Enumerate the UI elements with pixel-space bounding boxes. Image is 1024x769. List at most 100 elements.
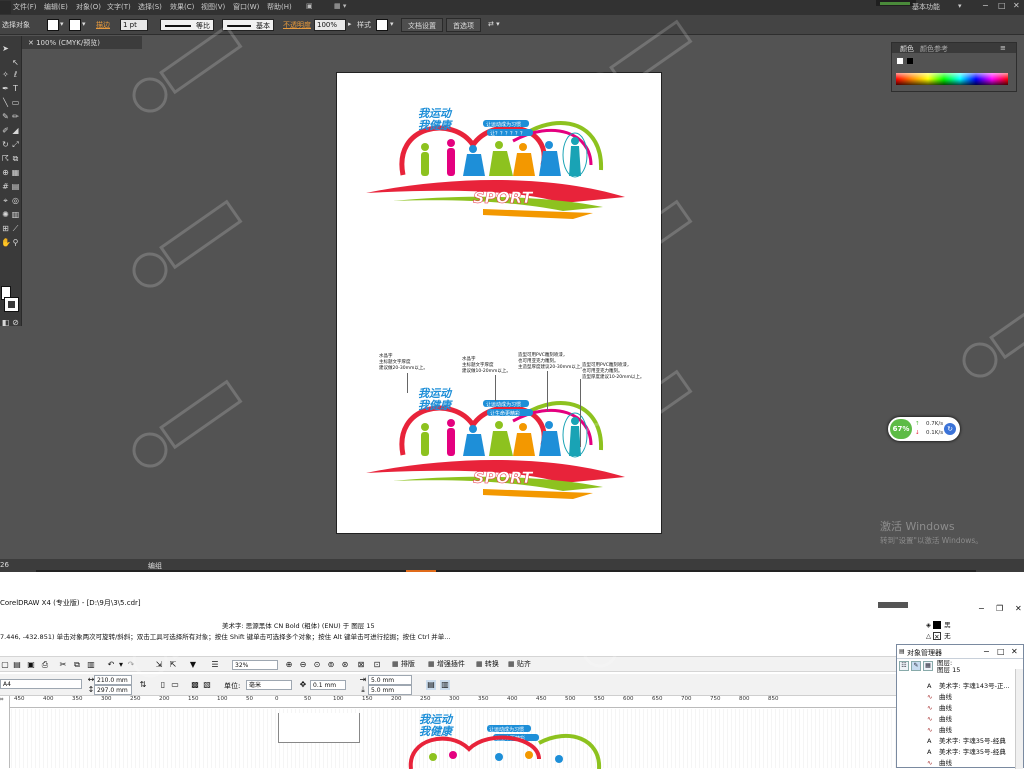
cd-restore-icon[interactable]: ❐ [996,604,1003,613]
opacity-input[interactable]: 100% [314,19,346,31]
menu-window[interactable]: 窗口(W) [233,2,259,12]
menu-object[interactable]: 对象(O) [76,2,101,12]
menu-select[interactable]: 选择(S) [138,2,162,12]
duplicate-y-input[interactable]: 5.0 mm [368,685,412,695]
object-row[interactable]: A 美术字: 字魂35号-经典 [927,746,1006,756]
menu-help[interactable]: 帮助(H) [267,2,292,12]
object-row[interactable]: A 美术字: 字魂143号-正... [927,680,1010,690]
panel-menu-icon[interactable]: ≡ [1000,44,1006,52]
panel-black-swatch[interactable] [906,57,914,65]
warp-tool-icon[interactable]: ☈ [1,154,10,163]
tab-close-icon[interactable]: ✕ [28,39,36,47]
bridge-icon[interactable]: ▣ [306,2,313,10]
snap-button[interactable]: ▦ 贴齐 [508,659,531,669]
menu-file[interactable]: 文件(F) [13,2,37,12]
app-launcher-icon[interactable]: ▼ [188,660,198,670]
landscape-icon[interactable]: ▭ [170,680,180,690]
print-icon[interactable]: ⎙ [40,660,50,670]
zoom-selected-icon[interactable]: ⊙ [312,660,322,670]
perspective-tool-icon[interactable]: ▦ [11,168,20,177]
line-tool-icon[interactable]: ╲ [1,98,10,107]
stroke-swatch[interactable] [69,19,81,31]
panel-white-swatch[interactable] [896,57,904,65]
slice-tool-icon[interactable]: ⟋ [11,224,20,233]
none-mode-icon[interactable]: ⊘ [11,318,20,327]
close-icon[interactable]: ✕ [1013,1,1020,10]
treat-as-filled-icon[interactable]: ▥ [440,680,450,690]
lock-ratio-icon[interactable]: ⇅ [138,680,148,690]
page-width-input[interactable]: 210.0 mm [94,675,132,685]
brush-dropdown[interactable]: 基本 [222,19,274,31]
ruler-origin[interactable]: ⌗ [0,696,3,704]
all-pages-icon[interactable]: ▩ [190,680,200,690]
zoom-page-icon[interactable]: ⊛ [340,660,350,670]
network-monitor-widget[interactable]: 67% 0.7K/s 0.1K/s ↑ ↓ ↻ [888,417,960,441]
stroke-color-box[interactable] [4,297,19,312]
eraser-tool-icon[interactable]: ◢ [11,126,20,135]
cut-icon[interactable]: ✂ [58,660,68,670]
arrange-documents-icon[interactable]: ⇄ ▾ [488,20,500,28]
blend-tool-icon[interactable]: ◎ [11,196,20,205]
docker-minimize-icon[interactable]: − [983,647,990,656]
cd-drawing-canvas[interactable]: 我运动 我健康 让运动成为习惯 让生命更精彩 [11,709,896,769]
new-doc-icon[interactable]: ▢ [0,660,10,670]
color-mode-icon[interactable]: ◧ [1,318,10,327]
style-swatch[interactable] [376,19,388,31]
stroke-panel-link[interactable]: 描边 [96,20,110,30]
stroke-weight-input[interactable]: 1 pt [120,19,148,31]
layer-manager-view-icon[interactable]: ▦ [923,661,933,671]
layout-button[interactable]: ▦ 排版 [392,659,415,669]
page-size-dropdown[interactable]: A4 [0,679,82,689]
mesh-tool-icon[interactable]: # [1,182,10,191]
workspace-arrow-icon[interactable]: ▾ [958,2,962,10]
rectangle-tool-icon[interactable]: ▭ [11,98,20,107]
selection-tool-icon[interactable]: ➤ [1,44,10,53]
magic-wand-tool-icon[interactable]: ✧ [1,70,10,79]
gradient-tool-icon[interactable]: ▤ [11,182,20,191]
undo-icon[interactable]: ↶ [106,660,116,670]
maximize-icon[interactable]: □ [998,1,1006,10]
graph-tool-icon[interactable]: ▥ [11,210,20,219]
style-dropdown-icon[interactable]: ▾ [390,20,394,28]
scroll-thumb[interactable] [406,570,436,572]
current-page-icon[interactable]: ▧ [202,680,212,690]
shape-builder-tool-icon[interactable]: ⊕ [1,168,10,177]
opacity-panel-link[interactable]: 不透明度 [283,20,311,30]
direct-select-tool-icon[interactable]: ↖ [11,58,20,67]
outline-indicator[interactable]: △ ✕ 无 [926,630,951,641]
pencil-tool-icon[interactable]: ✏ [11,112,20,121]
fill-indicator[interactable]: ◈ 黑 [926,619,951,629]
color-spectrum[interactable] [896,73,1008,85]
scale-tool-icon[interactable]: ⤢ [11,140,20,149]
plugin-button[interactable]: ▦ 增强插件 [428,659,465,669]
accelerate-icon[interactable]: ↻ [944,423,956,435]
menu-edit[interactable]: 编辑(E) [44,2,68,12]
stroke-dropdown-icon[interactable]: ▾ [82,20,86,28]
tab-color-guide[interactable]: 颜色参考 [920,44,948,54]
menu-type[interactable]: 文字(T) [107,2,131,12]
artboard[interactable]: 我运动 我健康 让运动成为习惯 让？？？？？？ SPORT 我运动 我健康 让运… [336,72,662,534]
blob-brush-tool-icon[interactable]: ✐ [1,126,10,135]
object-row[interactable]: ∿ 曲线 [927,757,952,767]
zoom-height-icon[interactable]: ⊡ [372,660,382,670]
menu-view[interactable]: 视图(V) [201,2,225,12]
save-icon[interactable]: ▣ [26,660,36,670]
object-row[interactable]: ∿ 曲线 [927,691,952,701]
rotate-tool-icon[interactable]: ↻ [1,140,10,149]
redo-icon[interactable]: ↷ [126,660,136,670]
opacity-arrow-icon[interactable]: ▸ [348,20,352,28]
pen-tool-icon[interactable]: ✒ [1,84,10,93]
open-icon[interactable]: ▤ [12,660,22,670]
workspace-switcher[interactable]: 基本功能 [912,2,940,12]
fill-dropdown-icon[interactable]: ▾ [60,20,64,28]
export-icon[interactable]: ⇱ [168,660,178,670]
zoom-level[interactable]: 26 [0,561,9,569]
duplicate-x-input[interactable]: 5.0 mm [368,675,412,685]
copy-icon[interactable]: ⧉ [72,660,82,670]
zoom-all-icon[interactable]: ⊚ [326,660,336,670]
zoom-width-icon[interactable]: ⊠ [356,660,366,670]
fill-swatch[interactable] [47,19,59,31]
docker-restore-icon[interactable]: □ [997,647,1005,656]
convert-button[interactable]: ▦ 转换 [476,659,499,669]
object-row[interactable]: ∿ 曲线 [927,702,952,712]
